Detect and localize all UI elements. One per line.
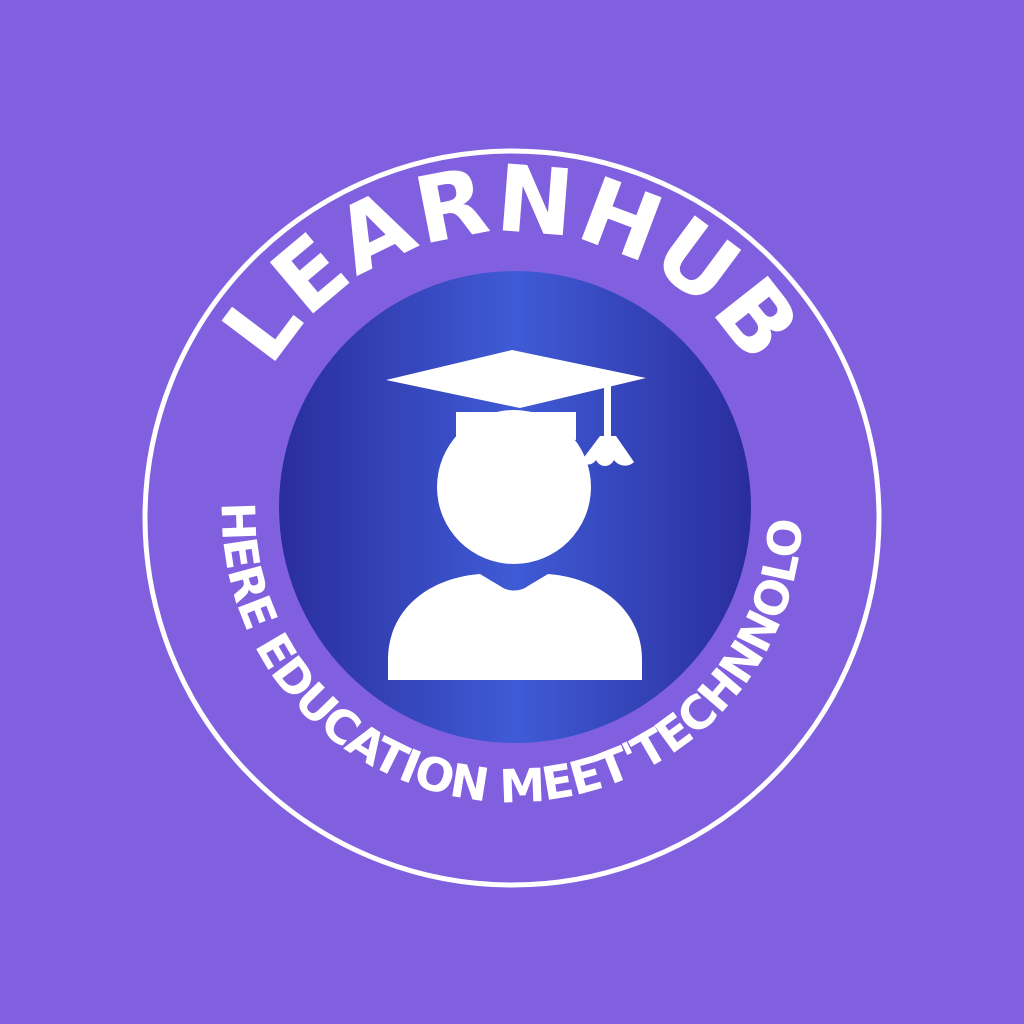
logo-badge: LEARNHUB WHERE EDUCATION MEET'TECHNNOLOG… — [0, 0, 1024, 1024]
badge-graphic: LEARNHUB WHERE EDUCATION MEET'TECHNNOLOG… — [0, 0, 882, 888]
